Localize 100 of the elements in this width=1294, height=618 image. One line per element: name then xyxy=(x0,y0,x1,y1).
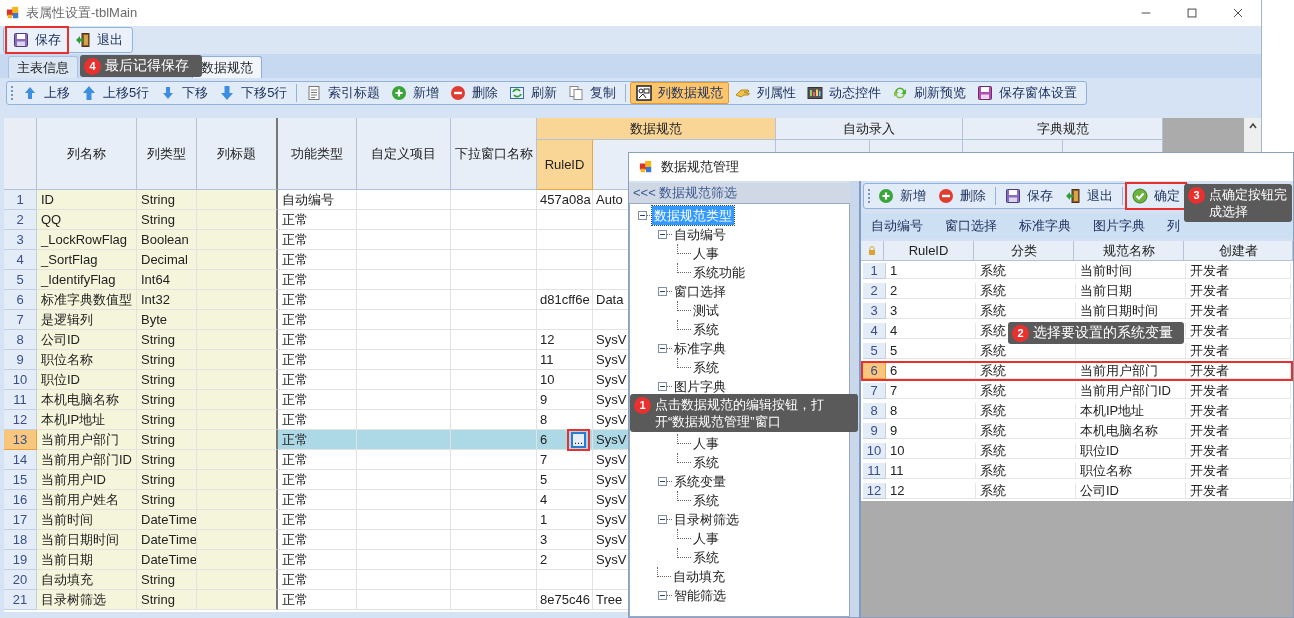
collapse-icon[interactable] xyxy=(658,382,667,391)
toolbar-button[interactable]: 索引标题 xyxy=(301,82,386,104)
row-number[interactable]: 7 xyxy=(863,383,886,399)
tab[interactable]: 窗口选择 xyxy=(945,216,997,236)
tab[interactable]: 主表信息 xyxy=(8,56,78,78)
table-row[interactable]: 1 1 系统 当前时间 开发者 xyxy=(861,261,1293,281)
column-header[interactable]: 列标题 xyxy=(197,118,278,190)
table-row[interactable]: 10 10 系统 职位ID 开发者 xyxy=(861,441,1293,461)
tab[interactable]: 自动编号 xyxy=(871,216,923,236)
collapse-icon[interactable] xyxy=(658,591,667,600)
toolbar-button[interactable]: 新增 xyxy=(873,184,931,208)
tree-item[interactable]: 系统 xyxy=(691,490,721,511)
tree-item[interactable]: 自动编号 xyxy=(672,224,728,245)
column-header[interactable]: 列类型 xyxy=(137,118,197,190)
row-number[interactable]: 11 xyxy=(4,390,37,410)
toolbar-button[interactable]: 上移5行 xyxy=(76,82,155,104)
row-number[interactable]: 9 xyxy=(4,350,37,370)
row-number[interactable]: 1 xyxy=(863,263,886,279)
tab[interactable]: 图片字典 xyxy=(1093,216,1145,236)
row-number[interactable]: 5 xyxy=(4,270,37,290)
row-number[interactable]: 5 xyxy=(863,343,886,359)
panel-header[interactable]: <<< 数据规范筛选 xyxy=(629,183,850,203)
row-number[interactable]: 12 xyxy=(4,410,37,430)
table-row[interactable]: 8 8 系统 本机IP地址 开发者 xyxy=(861,401,1293,421)
toolbar-button[interactable]: 保存 xyxy=(1000,184,1058,208)
column-header[interactable]: 下拉窗口名称 xyxy=(451,118,537,190)
row-number[interactable]: 7 xyxy=(4,310,37,330)
toolbar-button[interactable]: 列数据规范 xyxy=(630,82,730,104)
row-number[interactable]: 11 xyxy=(863,463,886,479)
tree-item[interactable]: 系统变量 xyxy=(672,471,728,492)
close-icon[interactable] xyxy=(1231,6,1245,20)
toolbar-button[interactable]: 保存窗体设置 xyxy=(972,82,1083,104)
tree-item[interactable]: 系统 xyxy=(691,547,721,568)
row-number[interactable]: 1 xyxy=(4,190,37,210)
collapse-icon[interactable] xyxy=(658,515,667,524)
tree-item[interactable]: 系统 xyxy=(691,452,721,473)
collapse-icon[interactable] xyxy=(658,287,667,296)
table-row[interactable]: 9 9 系统 本机电脑名称 开发者 xyxy=(861,421,1293,441)
collapse-icon[interactable] xyxy=(658,477,667,486)
column-header[interactable]: 列名称 xyxy=(37,118,137,190)
tree-item[interactable]: 人事 xyxy=(691,243,721,264)
toolbar-button[interactable]: 删除 xyxy=(933,184,991,208)
row-number[interactable]: 9 xyxy=(863,423,886,439)
column-header[interactable]: 功能类型 xyxy=(278,118,357,190)
row-number[interactable]: 19 xyxy=(4,550,37,570)
table-row[interactable]: 2 2 系统 当前日期 开发者 xyxy=(861,281,1293,301)
toolbar-button[interactable]: 动态控件 xyxy=(802,82,887,104)
toolbar-button[interactable]: 保存 xyxy=(7,28,67,52)
row-number[interactable]: 20 xyxy=(4,570,37,590)
row-number[interactable]: 12 xyxy=(863,483,886,499)
toolbar-button[interactable]: 刷新预览 xyxy=(887,82,972,104)
row-number[interactable]: 8 xyxy=(863,403,886,419)
toolbar-button[interactable]: 列属性 xyxy=(730,82,802,104)
row-number[interactable]: 18 xyxy=(4,530,37,550)
column-header[interactable]: 自定义项目 xyxy=(357,118,451,190)
table-row[interactable]: 11 11 系统 职位名称 开发者 xyxy=(861,461,1293,481)
tree-item[interactable]: 人事 xyxy=(691,528,721,549)
tab[interactable]: 标准字典 xyxy=(1019,216,1071,236)
table-row[interactable]: 5 5 系统 开发者 xyxy=(861,341,1293,361)
row-number[interactable]: 2 xyxy=(4,210,37,230)
toolbar-button[interactable]: 刷新 xyxy=(504,82,563,104)
column-header[interactable]: RuleID xyxy=(537,140,593,190)
toolbar-button[interactable]: 上移 xyxy=(17,82,75,104)
collapse-icon[interactable] xyxy=(658,230,667,239)
toolbar-button[interactable]: 新增 xyxy=(386,82,445,104)
table-row[interactable]: 3 3 系统 当前日期时间 开发者 xyxy=(861,301,1293,321)
column-group-header[interactable]: 数据规范 xyxy=(537,118,776,140)
row-number[interactable]: 6 xyxy=(863,363,886,379)
row-number[interactable]: 13 xyxy=(4,430,37,450)
toolbar-button[interactable]: 下移5行 xyxy=(214,82,293,104)
row-number[interactable]: 21 xyxy=(4,590,37,610)
row-number[interactable]: 16 xyxy=(4,490,37,510)
toolbar-button[interactable]: 退出 xyxy=(1060,184,1118,208)
row-number[interactable]: 8 xyxy=(4,330,37,350)
row-number[interactable]: 3 xyxy=(4,230,37,250)
row-number[interactable]: 15 xyxy=(4,470,37,490)
tree-item[interactable]: 系统功能 xyxy=(691,262,747,283)
toolbar-button[interactable]: 删除 xyxy=(445,82,504,104)
row-number[interactable]: 4 xyxy=(4,250,37,270)
row-number[interactable]: 17 xyxy=(4,510,37,530)
tab[interactable]: 列 xyxy=(1167,216,1180,236)
row-number[interactable]: 10 xyxy=(4,370,37,390)
row-number[interactable]: 10 xyxy=(863,443,886,459)
toolbar-button[interactable]: 退出 xyxy=(69,28,129,52)
column-group-header[interactable]: 自动录入 xyxy=(776,118,963,140)
table-row[interactable]: 6 6 系统 当前用户部门 开发者 xyxy=(861,361,1293,381)
row-number[interactable]: 3 xyxy=(863,303,886,319)
table-row[interactable]: 12 12 系统 公司ID 开发者 xyxy=(861,481,1293,501)
row-number[interactable]: 6 xyxy=(4,290,37,310)
tree-item[interactable]: 目录树筛选 xyxy=(672,509,741,530)
ellipsis-button[interactable]: ... xyxy=(571,431,586,448)
table-row[interactable]: 7 7 系统 当前用户部门ID 开发者 xyxy=(861,381,1293,401)
row-number[interactable]: 14 xyxy=(4,450,37,470)
collapse-icon[interactable] xyxy=(658,344,667,353)
toolbar-button[interactable]: 下移 xyxy=(155,82,214,104)
row-number[interactable]: 2 xyxy=(863,283,886,299)
toolbar-button[interactable]: 复制 xyxy=(563,82,622,104)
row-number[interactable]: 4 xyxy=(863,323,886,339)
collapse-icon[interactable] xyxy=(638,211,647,220)
maximize-icon[interactable] xyxy=(1185,6,1199,20)
